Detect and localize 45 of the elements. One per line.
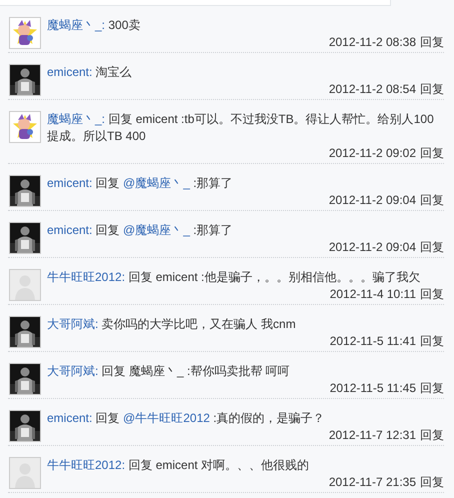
- reply-link[interactable]: 回复: [420, 475, 444, 489]
- comment-time: 2012-11-2 08:38: [328, 35, 416, 49]
- comment-text: emicent: 回复 @魔蝎座丶_ :那算了: [47, 222, 234, 239]
- mention-link[interactable]: @魔蝎座丶_: [123, 223, 190, 237]
- comment-time: 2012-11-5 11:41: [330, 334, 416, 348]
- username-link[interactable]: 牛牛旺旺2012:: [47, 458, 126, 472]
- reply-link[interactable]: 回复: [420, 35, 444, 49]
- comment-text: 大哥阿斌: 卖你吗的大学比吧，又在骗人 我cnm: [47, 316, 297, 333]
- username-link[interactable]: 牛牛旺旺2012:: [47, 270, 126, 284]
- reply-link[interactable]: 回复: [420, 193, 444, 207]
- reply-link[interactable]: 回复: [420, 146, 444, 160]
- comment-text: 魔蝎座丶_: 回复 emicent :tb可以。不过我没TB。得让人帮忙。给别人100提成。所以TB 400: [47, 111, 435, 145]
- user-silhouette-icon: [10, 458, 40, 488]
- username-link[interactable]: 魔蝎座丶_:: [47, 18, 106, 32]
- reply-link[interactable]: 回复: [420, 381, 444, 395]
- comment-time: 2012-11-5 11:45: [330, 381, 416, 395]
- comment-time: 2012-11-7 21:35: [328, 475, 416, 489]
- username-link[interactable]: emicent:: [47, 411, 92, 425]
- comment-time: 2012-11-2 08:54: [328, 82, 416, 96]
- comment-text: emicent: 回复 @魔蝎座丶_ :那算了: [47, 175, 234, 192]
- reply-link[interactable]: 回复: [420, 287, 444, 301]
- comment-text: 牛牛旺旺2012: 回复 emicent 对啊。、、他很贱的: [47, 457, 310, 474]
- comment-time: 2012-11-2 09:04: [328, 240, 416, 254]
- comment-time: 2012-11-7 12:31: [328, 428, 416, 442]
- mention-link[interactable]: @魔蝎座丶_: [123, 176, 190, 190]
- reply-link[interactable]: 回复: [420, 240, 444, 254]
- comment-time: 2012-11-2 09:02: [328, 146, 416, 160]
- mention-link[interactable]: @牛牛旺旺2012: [123, 411, 210, 425]
- comment-time: 2012-11-4 10:11: [330, 287, 416, 301]
- reply-link[interactable]: 回复: [420, 82, 444, 96]
- reply-link[interactable]: 回复: [420, 428, 444, 442]
- reply-link[interactable]: 回复: [420, 334, 444, 348]
- username-link[interactable]: emicent:: [47, 65, 92, 79]
- comment-time: 2012-11-2 09:04: [328, 193, 416, 207]
- comment-text: 牛牛旺旺2012: 回复 emicent :他是骗子，。。别相信他。。。骗了我欠: [47, 269, 422, 286]
- username-link[interactable]: emicent:: [47, 223, 92, 237]
- comment-text: 大哥阿斌: 回复 魔蝎座丶_ :帮你吗卖批帮 呵呵: [47, 363, 291, 380]
- username-link[interactable]: 魔蝎座丶_:: [47, 112, 106, 126]
- comment-text: 魔蝎座丶_: 300卖: [47, 17, 142, 34]
- username-link[interactable]: 大哥阿斌:: [47, 317, 98, 331]
- username-link[interactable]: 大哥阿斌:: [47, 364, 98, 378]
- username-link[interactable]: emicent:: [47, 176, 92, 190]
- user-silhouette-icon: [10, 270, 40, 300]
- comment-text: emicent: 回复 @牛牛旺旺2012 :真的假的，是骗子？: [47, 410, 326, 427]
- comment-text: emicent: 淘宝么: [47, 64, 133, 81]
